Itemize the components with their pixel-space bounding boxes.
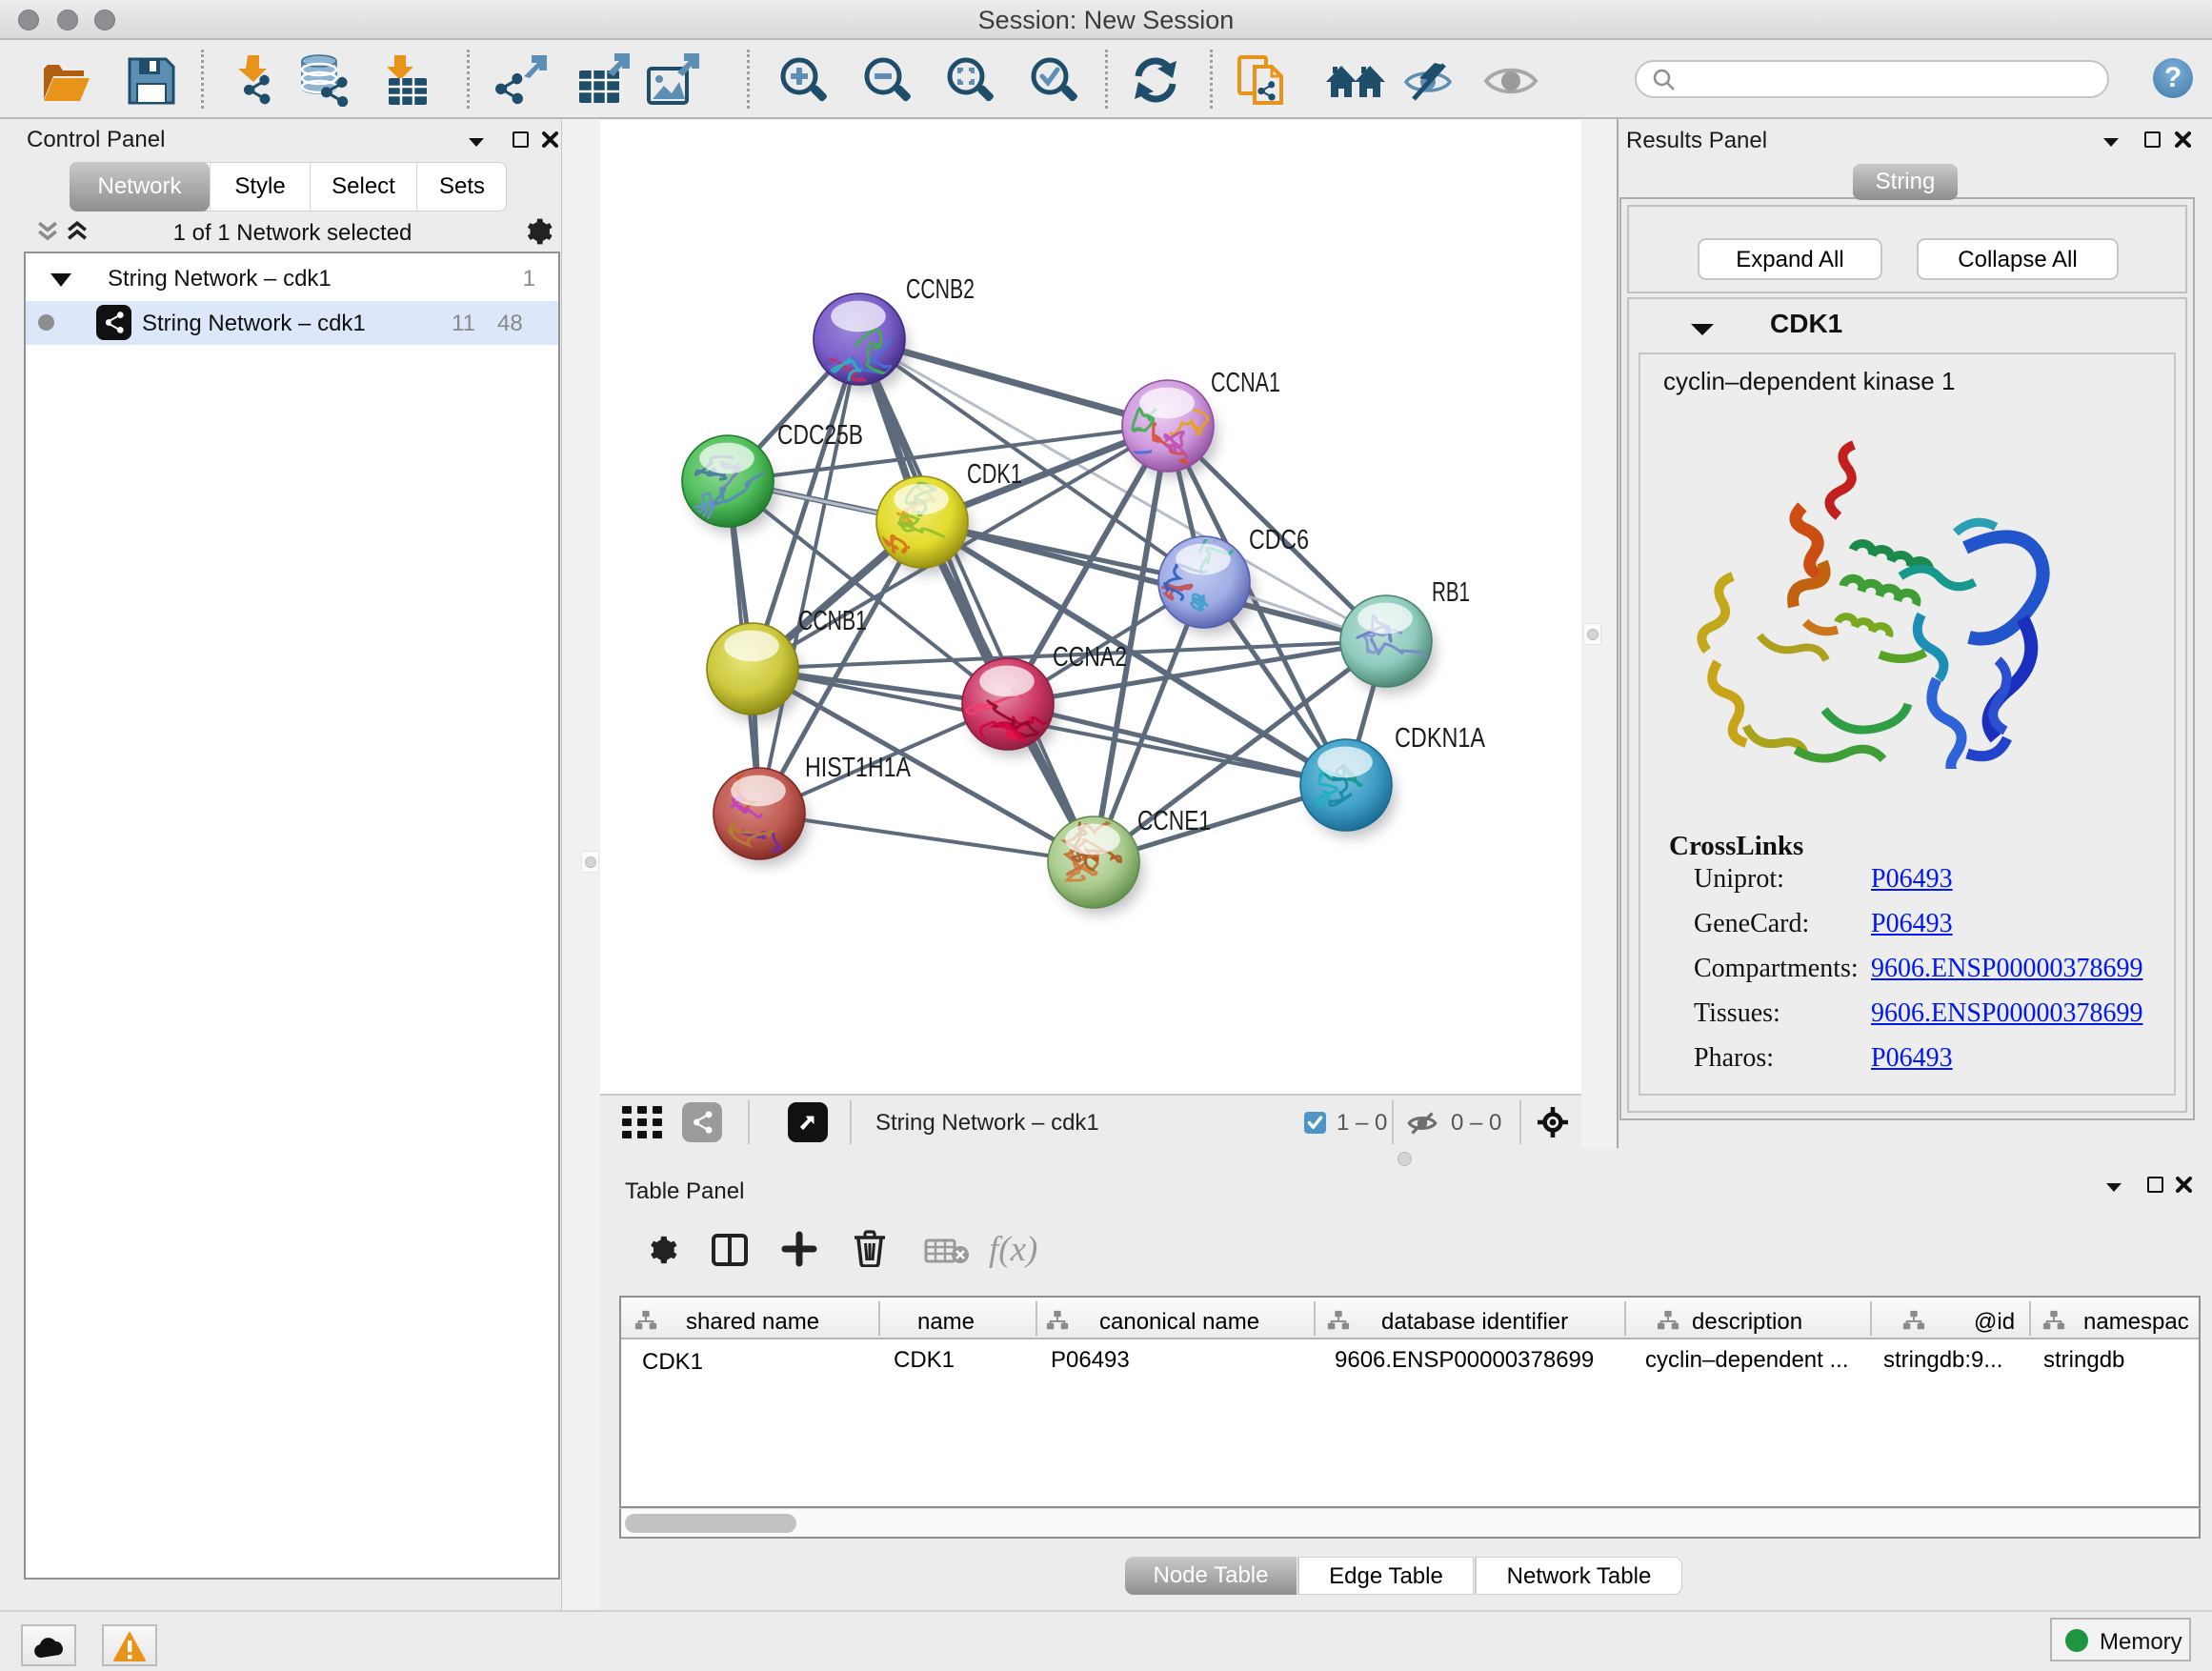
svg-text:CDKN1A: CDKN1A bbox=[1395, 723, 1486, 754]
svg-text:CCNB1: CCNB1 bbox=[798, 606, 867, 636]
svg-text:CCNA2: CCNA2 bbox=[1053, 642, 1127, 673]
svg-text:CCNA1: CCNA1 bbox=[1211, 368, 1280, 398]
svg-text:CDC25B: CDC25B bbox=[777, 420, 863, 451]
svg-text:CDC6: CDC6 bbox=[1249, 525, 1309, 555]
svg-text:CCNE1: CCNE1 bbox=[1137, 806, 1211, 836]
svg-text:CCNB2: CCNB2 bbox=[906, 274, 975, 305]
svg-text:CDK1: CDK1 bbox=[967, 459, 1022, 490]
svg-text:RB1: RB1 bbox=[1432, 577, 1470, 608]
svg-text:HIST1H1A: HIST1H1A bbox=[805, 753, 912, 783]
